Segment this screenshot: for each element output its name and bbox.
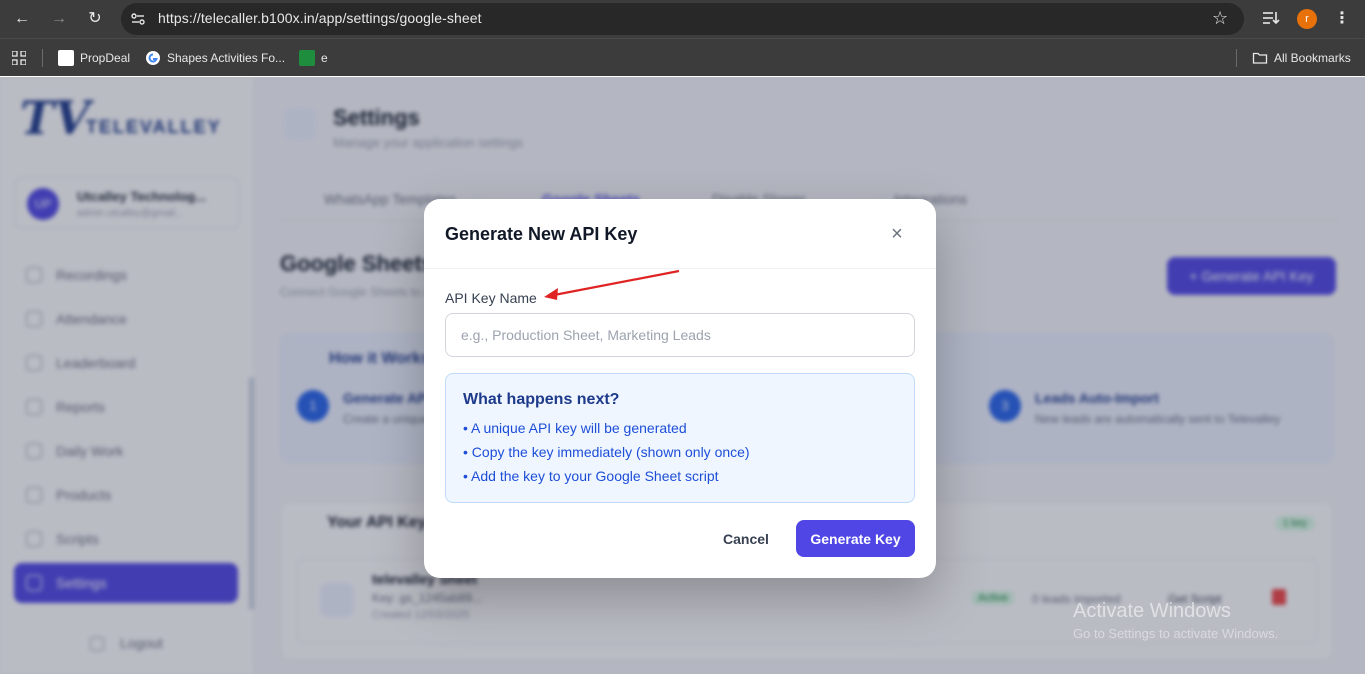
forward-icon[interactable]: → (49, 9, 69, 29)
info-item: • Add the key to your Google Sheet scrip… (463, 468, 719, 484)
api-key-name-label: API Key Name (445, 290, 537, 306)
close-icon[interactable]: × (886, 224, 908, 246)
info-box: What happens next? • A unique API key wi… (445, 373, 915, 503)
green-favicon-icon (299, 50, 315, 66)
bookmark-star-icon[interactable]: ☆ (1212, 8, 1228, 29)
bookmarks-bar: PropDeal Shapes Activities Fo... e All B… (0, 38, 1365, 76)
url-text[interactable]: https://telecaller.b100x.in/app/settings… (158, 10, 482, 26)
reload-icon[interactable]: ↻ (85, 9, 105, 29)
cancel-button[interactable]: Cancel (708, 520, 784, 557)
site-info-icon[interactable] (130, 11, 146, 27)
google-favicon-icon (146, 51, 160, 65)
windows-watermark-sub: Go to Settings to activate Windows. (1073, 626, 1279, 641)
propdeal-favicon-icon (58, 50, 74, 66)
browser-toolbar: ← → ↻ https://telecaller.b100x.in/app/se… (0, 0, 1365, 38)
modal-title: Generate New API Key (445, 224, 638, 244)
annotation-arrow-icon (544, 269, 680, 300)
info-item: • Copy the key immediately (shown only o… (463, 444, 750, 460)
reading-list-icon[interactable] (1262, 10, 1280, 26)
info-title: What happens next? (463, 391, 620, 408)
bookmark-separator (1236, 49, 1237, 67)
info-item: • A unique API key will be generated (463, 420, 687, 436)
back-icon[interactable]: ← (12, 9, 32, 29)
generate-key-button[interactable]: Generate Key (796, 520, 915, 557)
apps-grid-icon[interactable] (12, 51, 26, 65)
windows-watermark: Activate Windows (1073, 600, 1231, 622)
folder-icon (1252, 52, 1268, 64)
bookmark-separator (42, 49, 43, 67)
profile-avatar[interactable]: r (1297, 9, 1317, 29)
modal-header: Generate New API Key × (424, 199, 936, 269)
browser-menu-icon[interactable]: ⋮ (1334, 8, 1350, 28)
generate-api-key-modal: Generate New API Key × API Key Name What… (424, 199, 936, 578)
api-key-name-input[interactable] (445, 313, 915, 357)
